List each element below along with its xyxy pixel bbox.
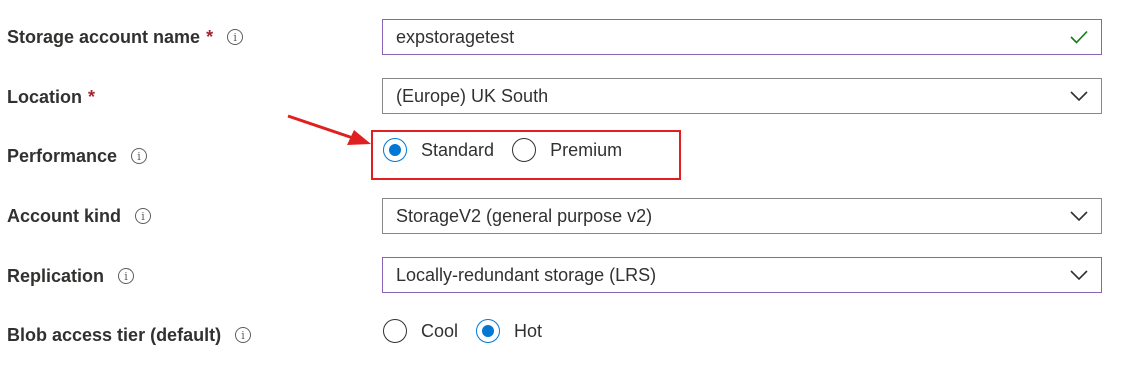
- performance-label: Performance i: [7, 144, 148, 168]
- blob-access-tier-label: Blob access tier (default) i: [7, 323, 252, 347]
- blob-access-tier-option-label: Cool: [421, 320, 459, 341]
- storage-account-form: Storage account name * i expstoragetest …: [0, 0, 1123, 373]
- info-icon[interactable]: i: [227, 29, 244, 45]
- checkmark-icon: [1057, 20, 1101, 54]
- performance-option-premium[interactable]: Premium: [512, 138, 622, 162]
- blob-access-tier-radio-group: Cool Hot: [383, 319, 560, 343]
- storage-account-name-value: expstoragetest: [396, 26, 515, 47]
- required-asterisk: *: [88, 86, 96, 107]
- replication-label: Replication i: [7, 264, 135, 288]
- chevron-down-icon: [1057, 79, 1101, 113]
- location-dropdown[interactable]: (Europe) UK South: [382, 78, 1102, 114]
- replication-label-text: Replication: [7, 265, 105, 286]
- performance-option-label: Standard: [421, 139, 495, 160]
- replication-value: Locally-redundant storage (LRS): [396, 264, 657, 285]
- performance-option-standard[interactable]: Standard: [383, 138, 494, 162]
- performance-radio-group: Standard Premium: [383, 138, 640, 162]
- info-icon[interactable]: i: [131, 148, 148, 164]
- account-kind-value: StorageV2 (general purpose v2): [396, 205, 653, 226]
- radio-unchecked-icon[interactable]: [512, 138, 537, 162]
- chevron-down-icon: [1057, 258, 1101, 292]
- performance-label-text: Performance: [7, 145, 118, 166]
- chevron-down-icon: [1057, 199, 1101, 233]
- replication-dropdown[interactable]: Locally-redundant storage (LRS): [382, 257, 1102, 293]
- blob-access-tier-option-label: Hot: [514, 320, 543, 341]
- info-icon[interactable]: i: [235, 327, 252, 343]
- location-label-text: Location: [7, 86, 82, 107]
- account-kind-label: Account kind i: [7, 204, 152, 228]
- blob-access-tier-option-hot[interactable]: Hot: [476, 319, 542, 343]
- blob-access-tier-option-cool[interactable]: Cool: [383, 319, 458, 343]
- radio-checked-icon[interactable]: [383, 138, 407, 162]
- storage-account-name-label-text: Storage account name: [7, 26, 201, 47]
- location-value: (Europe) UK South: [396, 85, 549, 106]
- info-icon[interactable]: i: [135, 208, 152, 224]
- red-arrow-annotation: [287, 114, 371, 145]
- storage-account-name-input[interactable]: expstoragetest: [382, 19, 1102, 55]
- account-kind-dropdown[interactable]: StorageV2 (general purpose v2): [382, 198, 1102, 234]
- account-kind-label-text: Account kind: [7, 205, 122, 226]
- radio-unchecked-icon[interactable]: [383, 319, 407, 343]
- location-label: Location *: [7, 85, 95, 109]
- blob-access-tier-label-text: Blob access tier (default): [7, 324, 222, 345]
- info-icon[interactable]: i: [118, 268, 135, 284]
- radio-checked-icon[interactable]: [476, 319, 501, 343]
- required-asterisk: *: [206, 26, 214, 47]
- performance-option-label: Premium: [550, 139, 623, 160]
- storage-account-name-label: Storage account name * i: [7, 25, 244, 49]
